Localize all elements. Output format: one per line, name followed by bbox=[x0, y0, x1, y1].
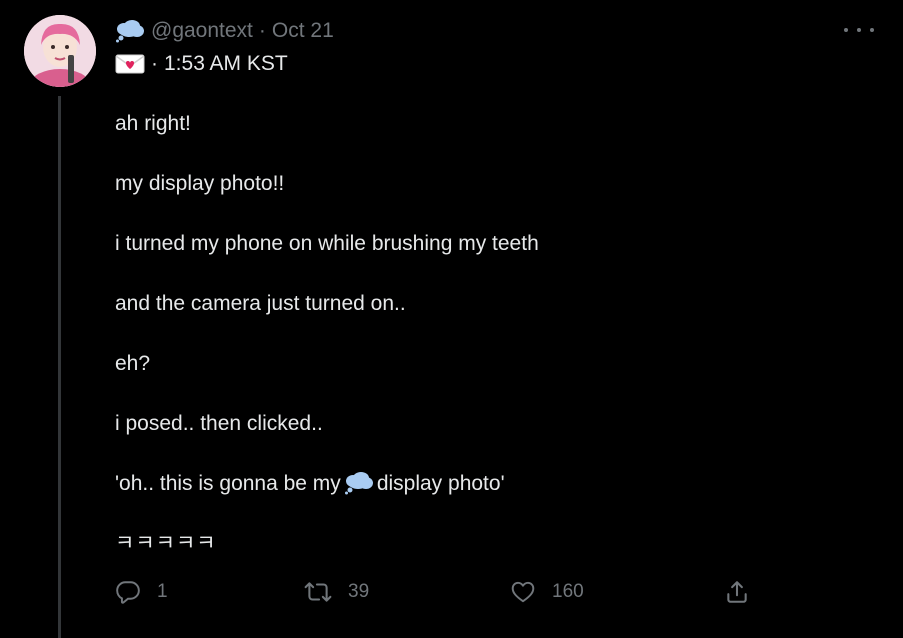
reply-icon bbox=[116, 581, 140, 604]
tweet-line: and the camera just turned on.. bbox=[115, 292, 406, 315]
tweet-line: ah right! bbox=[115, 112, 191, 135]
more-icon[interactable] bbox=[844, 22, 874, 38]
retweet-count: 39 bbox=[348, 581, 370, 602]
tweet-line: i turned my phone on while brushing my t… bbox=[115, 232, 539, 255]
like-button[interactable]: 160 bbox=[510, 576, 584, 608]
quote-text-before: 'oh.. this is gonna be my bbox=[115, 472, 341, 495]
reply-button[interactable]: 1 bbox=[115, 576, 168, 608]
retweet-icon bbox=[304, 582, 332, 602]
like-count: 160 bbox=[552, 581, 584, 602]
love-letter-icon bbox=[115, 54, 145, 74]
retweet-button[interactable]: 39 bbox=[304, 576, 369, 608]
tweet-line: ㅋㅋㅋㅋㅋ bbox=[115, 532, 217, 555]
tweet-header: @gaontext · Oct 21 bbox=[115, 17, 334, 45]
tweet-line: eh? bbox=[115, 352, 151, 375]
quote-text-after: display photo' bbox=[376, 472, 505, 495]
heart-icon bbox=[511, 581, 535, 603]
tweet-time: 1:53 AM KST bbox=[164, 52, 288, 75]
share-icon bbox=[727, 581, 747, 603]
display-name: · 1:53 AM KST bbox=[115, 50, 288, 78]
tweet-line: i posed.. then clicked.. bbox=[115, 412, 323, 435]
share-button[interactable] bbox=[724, 576, 750, 608]
tweet-line: my display photo!! bbox=[115, 172, 285, 195]
avatar[interactable] bbox=[24, 15, 96, 87]
separator-dot: · bbox=[151, 52, 158, 75]
reply-count: 1 bbox=[157, 581, 168, 602]
thread-line bbox=[58, 96, 61, 638]
tweet-date[interactable]: Oct 21 bbox=[272, 19, 334, 43]
thought-balloon-icon bbox=[116, 20, 144, 43]
avatar-photo bbox=[24, 15, 96, 87]
thought-balloon-icon bbox=[344, 472, 373, 495]
header-separator: · bbox=[258, 19, 266, 42]
tweet-quote-line: 'oh.. this is gonna be my display photo' bbox=[115, 470, 505, 498]
user-handle[interactable]: @gaontext bbox=[151, 19, 253, 43]
